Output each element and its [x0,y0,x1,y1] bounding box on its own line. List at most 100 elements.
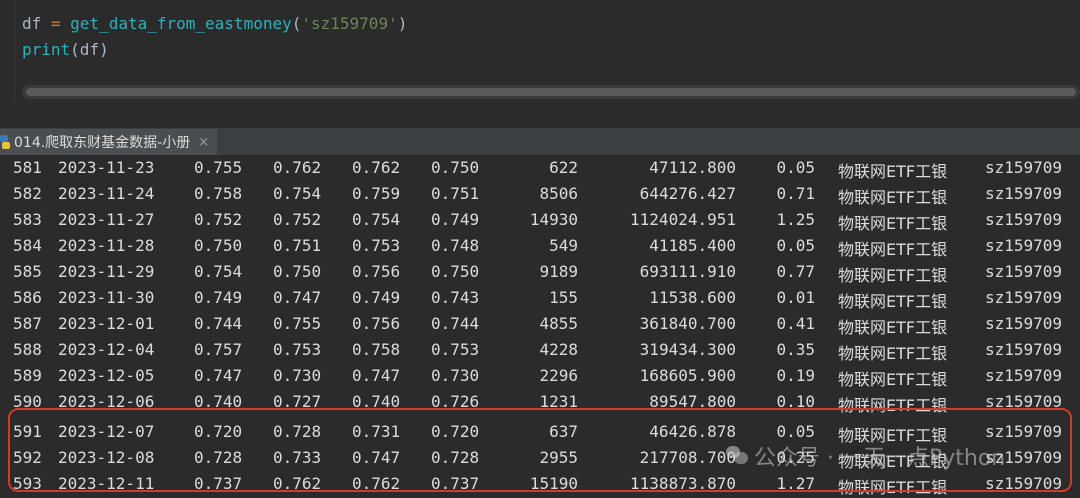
editor-gutter [0,0,15,100]
cell-code: sz159709 [985,236,1063,255]
code-paren-close: ) [397,14,408,33]
cell-amt: 693111.910 [639,262,736,281]
cell-close: 0.747 [273,288,322,307]
cell-code: sz159709 [985,262,1063,281]
cell-date: 2023-11-24 [58,184,155,203]
cell-low: 0.749 [431,210,480,229]
cell-name: 物联网ETF工银 [838,344,948,363]
cell-idx: 589 [13,366,42,385]
cell-name: 物联网ETF工银 [838,318,948,337]
cell-vol: 4855 [539,314,578,333]
cell-date: 2023-11-27 [58,210,155,229]
cell-open: 0.747 [194,366,243,385]
cell-code: sz159709 [985,184,1063,203]
cell-open: 0.757 [194,340,243,359]
cell-date: 2023-11-30 [58,288,155,307]
cell-open: 0.752 [194,210,243,229]
code-string: 'sz159709' [301,14,398,33]
cell-vol: 622 [549,158,578,177]
cell-vol: 549 [549,236,578,255]
cell-idx: 583 [13,210,42,229]
cell-date: 2023-12-04 [58,340,155,359]
cell-low: 0.751 [431,184,480,203]
cell-idx: 585 [13,262,42,281]
cell-idx: 584 [13,236,42,255]
cell-high: 0.759 [352,184,401,203]
cell-low: 0.730 [431,366,480,385]
cell-name: 物联网ETF工银 [838,214,948,233]
cell-low: 0.748 [431,236,480,255]
cell-close: 0.752 [273,210,322,229]
cell-high: 0.756 [352,314,401,333]
cell-amt: 47112.800 [649,158,736,177]
cell-low: 0.750 [431,262,480,281]
cell-amt: 319434.300 [639,340,736,359]
cell-close: 0.750 [273,262,322,281]
scrollbar-thumb[interactable] [26,88,1076,96]
cell-code: sz159709 [985,288,1063,307]
cell-date: 2023-11-29 [58,262,155,281]
cell-close: 0.755 [273,314,322,333]
cell-date: 2023-11-28 [58,236,155,255]
cell-name: 物联网ETF工银 [838,266,948,285]
python-icon [0,135,10,149]
cell-close: 0.754 [273,184,322,203]
cell-name: 物联网ETF工银 [838,370,948,389]
cell-amt: 11538.600 [649,288,736,307]
cell-code: sz159709 [985,158,1063,177]
cell-open: 0.750 [194,236,243,255]
table-row: 582 2023-11-24 0.758 0.754 0.759 0.751 8506 644… [0,181,1080,207]
wechat-icon [726,446,748,466]
cell-code: sz159709 [985,314,1063,333]
cell-high: 0.753 [352,236,401,255]
cell-code: sz159709 [985,340,1063,359]
cell-vol: 9189 [539,262,578,281]
cell-idx: 588 [13,340,42,359]
cell-date: 2023-11-23 [58,158,155,177]
cell-pct: 0.05 [776,236,815,255]
table-row: 588 2023-12-04 0.757 0.753 0.758 0.753 4228 319… [0,337,1080,363]
cell-name: 物联网ETF工银 [838,188,948,207]
code-builtin: print [22,40,71,59]
cell-close: 0.753 [273,340,322,359]
code-function-call: get_data_from_eastmoney [70,14,292,33]
cell-open: 0.754 [194,262,243,281]
cell-code: sz159709 [985,366,1063,385]
cell-open: 0.758 [194,184,243,203]
watermark: 公众号 · 一天一点Python [726,440,1005,472]
cell-name: 物联网ETF工银 [838,292,948,311]
cell-pct: 0.41 [776,314,815,333]
cell-close: 0.751 [273,236,322,255]
tab-run-output[interactable]: 014.爬取东财基金数据-小册 × [0,129,218,157]
cell-pct: 0.01 [776,288,815,307]
cell-vol: 14930 [529,210,578,229]
cell-date: 2023-12-01 [58,314,155,333]
cell-vol: 4228 [539,340,578,359]
close-icon[interactable]: × [198,135,209,150]
cell-pct: 0.19 [776,366,815,385]
cell-name: 物联网ETF工银 [838,240,948,259]
cell-high: 0.762 [352,158,401,177]
cell-high: 0.747 [352,366,401,385]
cell-pct: 1.25 [776,210,815,229]
code-operator: = [41,14,71,33]
cell-high: 0.758 [352,340,401,359]
cell-close: 0.762 [273,158,322,177]
cell-amt: 41185.400 [649,236,736,255]
cell-close: 0.730 [273,366,322,385]
cell-low: 0.753 [431,340,480,359]
cell-idx: 581 [13,158,42,177]
code-paren-open: ( [291,14,302,33]
code-editor[interactable]: df = get_data_from_eastmoney('sz159709')… [0,0,1080,100]
table-row: 584 2023-11-28 0.750 0.751 0.753 0.748 549 4118… [0,233,1080,259]
code-line-2[interactable]: print(df) [22,40,109,59]
cell-open: 0.744 [194,314,243,333]
table-row: 586 2023-11-30 0.749 0.747 0.749 0.743 155 1153… [0,285,1080,311]
cell-low: 0.750 [431,158,480,177]
cell-low: 0.743 [431,288,480,307]
cell-vol: 2296 [539,366,578,385]
cell-high: 0.754 [352,210,401,229]
cell-pct: 0.35 [776,340,815,359]
code-line-1[interactable]: df = get_data_from_eastmoney('sz159709') [22,14,407,33]
horizontal-scrollbar[interactable] [22,85,1080,99]
